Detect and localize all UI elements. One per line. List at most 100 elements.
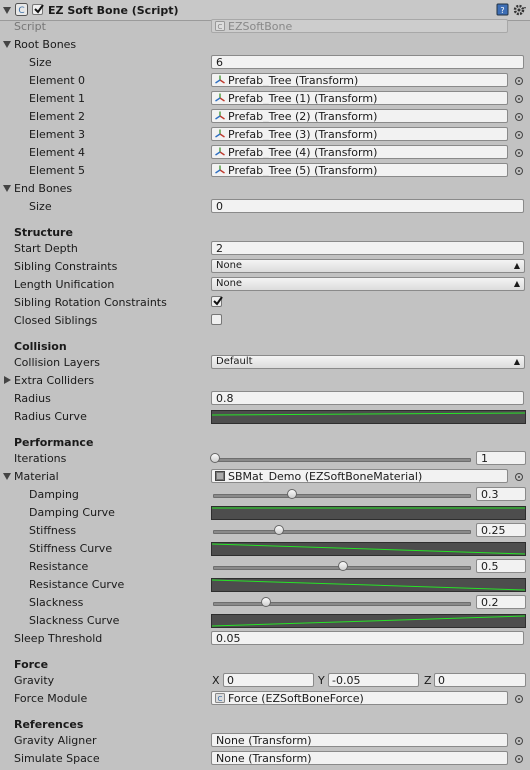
material-value: SBMat_Demo (EZSoftBoneMaterial) [228, 470, 423, 483]
damping-slider-thumb[interactable] [286, 489, 297, 499]
resistance-label: Resistance [29, 560, 89, 573]
iterations-field[interactable]: 1 [476, 451, 526, 465]
help-book-icon[interactable]: ? [496, 3, 509, 16]
sleep-threshold-row: Sleep Threshold 0.05 [0, 630, 530, 648]
sleep-threshold-field[interactable]: 0.05 [211, 631, 524, 645]
component-enabled-checkbox[interactable] [32, 4, 44, 15]
structure-heading: Structure [14, 226, 73, 239]
root-bones-size-field[interactable]: 6 [211, 55, 524, 69]
root-bone-element-row: Element 3 Prefab_Tree (3) (Transform) [0, 126, 530, 144]
slackness-slider-track[interactable] [213, 602, 471, 606]
extra-colliders-foldout-icon[interactable] [4, 376, 11, 384]
element-picker-icon[interactable] [515, 113, 523, 121]
element-picker-icon[interactable] [515, 95, 523, 103]
transform-icon [215, 147, 225, 156]
gravity-y-field[interactable]: -0.05 [328, 673, 419, 687]
collision-layers-dropdown[interactable]: Default ▲︎ [211, 355, 525, 369]
resistance-field[interactable]: 0.5 [476, 559, 526, 573]
extra-colliders-label: Extra Colliders [14, 374, 95, 387]
element-picker-icon[interactable] [515, 149, 523, 157]
extra-colliders-row[interactable]: Extra Colliders [0, 372, 530, 390]
gravity-aligner-field[interactable]: None (Transform) [211, 733, 508, 747]
material-field[interactable]: SBMat_Demo (EZSoftBoneMaterial) [211, 469, 508, 483]
end-bones-size-row: Size 0 [0, 198, 530, 216]
stiffness-label: Stiffness [29, 524, 77, 537]
stiffness-slider-track[interactable] [213, 530, 471, 534]
curve-line [211, 615, 526, 627]
sibling-rotation-label: Sibling Rotation Constraints [14, 296, 167, 309]
element-transform-field[interactable]: Prefab_Tree (4) (Transform) [211, 145, 508, 159]
iterations-label: Iterations [14, 452, 67, 465]
force-module-row: Force Module C Force (EZSoftBoneForce) [0, 690, 530, 708]
gravity-aligner-picker-icon[interactable] [515, 737, 523, 745]
resistance-curve-field[interactable] [211, 578, 526, 592]
performance-heading: Performance [14, 436, 94, 449]
element-label: Element 3 [29, 128, 86, 141]
element-transform-field[interactable]: Prefab_Tree (3) (Transform) [211, 127, 508, 141]
transform-icon [215, 165, 225, 174]
gravity-x-field[interactable]: 0 [223, 673, 314, 687]
element-picker-icon[interactable] [515, 167, 523, 175]
script-field: C EZSoftBone [211, 19, 508, 33]
element-transform-field[interactable]: Prefab_Tree (2) (Transform) [211, 109, 508, 123]
force-module-picker-icon[interactable] [515, 695, 523, 703]
element-picker-icon[interactable] [515, 77, 523, 85]
root-bone-element-row: Element 0 Prefab_Tree (Transform) [0, 72, 530, 90]
stiffness-slider-thumb[interactable] [274, 525, 284, 535]
dropdown-arrow-icon: ▲︎ [513, 279, 520, 288]
collision-layers-value: Default [216, 356, 253, 367]
simulate-space-field[interactable]: None (Transform) [211, 751, 508, 765]
damping-curve-row: Damping Curve [0, 504, 530, 522]
sibling-constraints-dropdown[interactable]: None ▲︎ [211, 259, 525, 273]
end-bones-row[interactable]: End Bones [0, 180, 530, 198]
simulate-space-picker-icon[interactable] [515, 755, 523, 763]
damping-slider-track[interactable] [213, 494, 471, 498]
closed-siblings-checkbox[interactable] [211, 314, 222, 325]
sibling-rotation-checkbox[interactable] [211, 296, 223, 307]
start-depth-field[interactable]: 2 [211, 241, 524, 255]
force-module-value: Force (EZSoftBoneForce) [228, 692, 364, 705]
stiffness-curve-field[interactable] [211, 542, 526, 556]
script-label: Script [14, 20, 46, 33]
element-value: Prefab_Tree (Transform) [228, 74, 359, 87]
end-bones-label: End Bones [14, 182, 73, 195]
curve-line [211, 579, 526, 591]
material-picker-icon[interactable] [515, 473, 523, 481]
root-bones-foldout-icon[interactable] [3, 41, 11, 48]
gravity-y-label: Y [318, 674, 325, 687]
gravity-row: Gravity X 0 Y -0.05 Z 0 [0, 672, 530, 690]
material-foldout-icon[interactable] [3, 473, 11, 480]
element-label: Element 5 [29, 164, 86, 177]
length-unification-dropdown[interactable]: None ▲︎ [211, 277, 525, 291]
iterations-slider-track[interactable] [213, 458, 471, 462]
radius-curve-field[interactable] [211, 410, 526, 424]
length-unification-row: Length Unification None ▲︎ [0, 276, 530, 294]
root-bones-row[interactable]: Root Bones [0, 36, 530, 54]
resistance-curve-label: Resistance Curve [29, 578, 125, 591]
iterations-slider-thumb[interactable] [210, 453, 220, 463]
damping-row: Damping 0.3 [0, 486, 530, 504]
sibling-rotation-row: Sibling Rotation Constraints [0, 294, 530, 312]
slackness-field[interactable]: 0.2 [476, 595, 526, 609]
damping-field[interactable]: 0.3 [476, 487, 526, 501]
element-transform-field[interactable]: Prefab_Tree (Transform) [211, 73, 508, 87]
element-transform-field[interactable]: Prefab_Tree (1) (Transform) [211, 91, 508, 105]
start-depth-label: Start Depth [14, 242, 78, 255]
force-module-field[interactable]: C Force (EZSoftBoneForce) [211, 691, 508, 705]
end-bones-size-field[interactable]: 0 [211, 199, 524, 213]
stiffness-field[interactable]: 0.25 [476, 523, 526, 537]
element-label: Element 4 [29, 146, 86, 159]
sleep-threshold-label: Sleep Threshold [14, 632, 103, 645]
gravity-z-field[interactable]: 0 [434, 673, 526, 687]
element-picker-icon[interactable] [515, 131, 523, 139]
end-bones-foldout-icon[interactable] [3, 185, 11, 192]
transform-icon [215, 111, 225, 120]
foldout-arrow-icon[interactable] [3, 7, 11, 14]
radius-field[interactable]: 0.8 [211, 391, 524, 405]
resistance-slider-thumb[interactable] [338, 561, 348, 571]
gear-icon[interactable] [513, 3, 527, 17]
script-file-icon: C [215, 21, 225, 31]
element-transform-field[interactable]: Prefab_Tree (5) (Transform) [211, 163, 508, 177]
damping-curve-field[interactable] [211, 506, 526, 520]
slackness-curve-field[interactable] [211, 614, 526, 628]
